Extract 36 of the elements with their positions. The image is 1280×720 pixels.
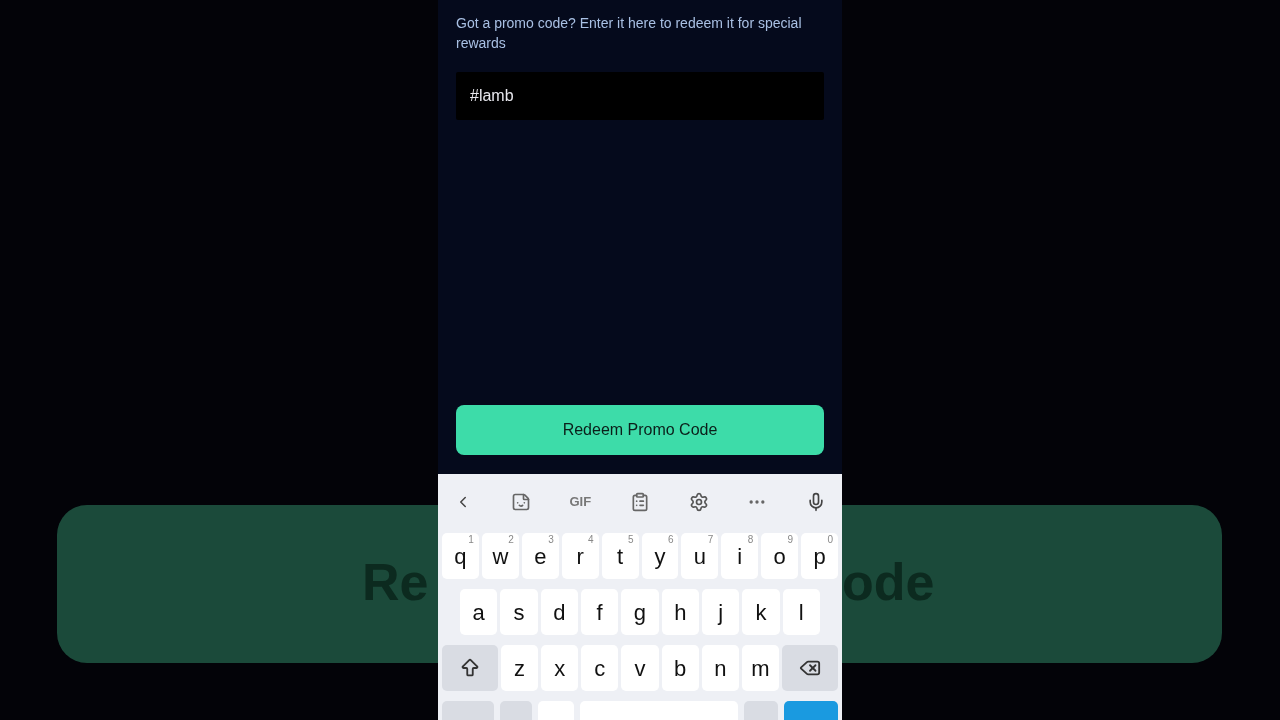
letter-key[interactable]: c [581,645,619,691]
letter-key[interactable]: h [661,589,699,635]
letter-key[interactable]: d [540,589,578,635]
letter-key[interactable]: q 1 [442,533,479,579]
promo-code-field[interactable]: #lamb [456,72,824,120]
letter-key[interactable]: a [460,589,498,635]
shift-key[interactable] [442,645,498,691]
intro-text: Got a promo code? Enter it here to redeem it for special rewards [456,14,803,53]
backspace-key[interactable] [782,645,838,691]
letter-key[interactable]: v [621,645,659,691]
letter-key[interactable]: g [621,589,659,635]
letter-key[interactable]: b [661,645,699,691]
settings-icon[interactable] [688,492,709,512]
letter-key[interactable]: w 2 [481,533,519,579]
letter-key[interactable]: r 4 [561,533,599,579]
letter-key[interactable]: u 7 [681,533,719,579]
letter-key[interactable]: n [701,645,739,691]
redeem-button[interactable]: Redeem Promo Code [456,405,824,455]
shift-arrow-icon [459,657,481,679]
letter-key[interactable]: x [541,645,579,691]
gif-key[interactable]: GIF [569,492,592,512]
letter-key[interactable]: e 3 [521,533,559,579]
letter-key[interactable]: y 6 [641,533,679,579]
sticker-icon[interactable] [510,492,531,512]
letter-key[interactable]: s [500,589,538,635]
letter-key[interactable]: t 5 [601,533,639,579]
letter-key[interactable]: k [742,589,780,635]
microphone-icon[interactable] [806,492,826,512]
letter-key[interactable]: l [782,589,820,635]
letter-key[interactable]: j [701,589,740,635]
letter-key[interactable]: p 0 [801,533,839,579]
letter-key[interactable]: z [501,645,539,691]
letter-key[interactable]: f [581,589,619,635]
letter-key[interactable]: i 8 [721,533,759,579]
letter-key[interactable]: m [741,645,779,691]
letter-key[interactable]: o 9 [761,533,799,579]
